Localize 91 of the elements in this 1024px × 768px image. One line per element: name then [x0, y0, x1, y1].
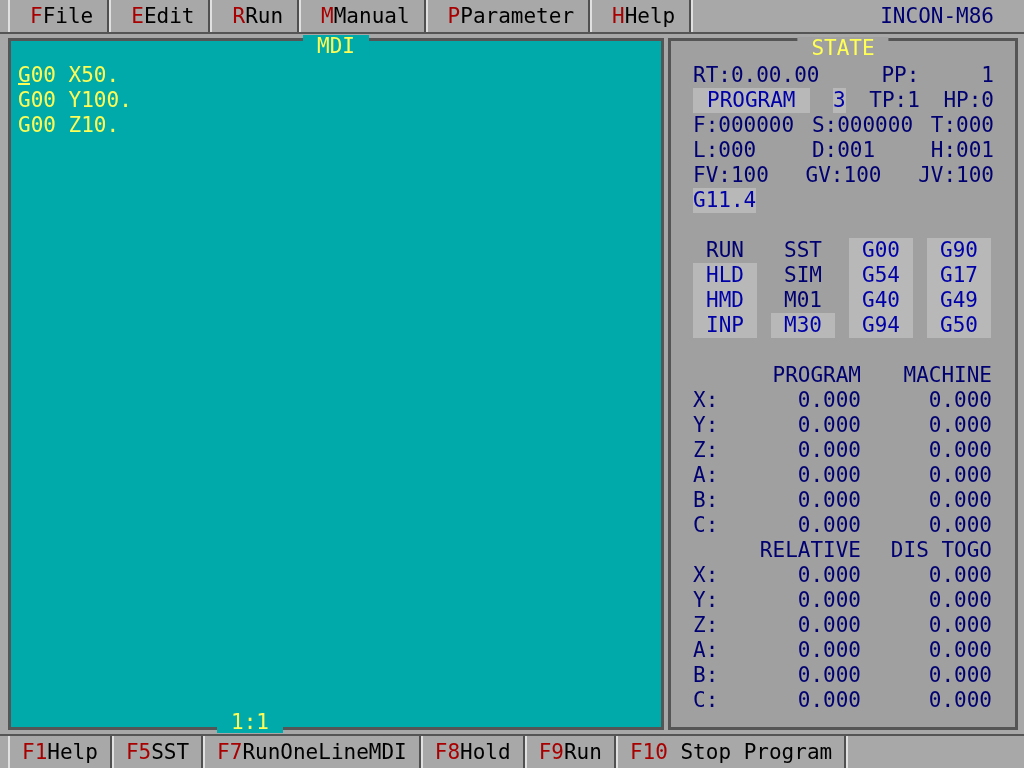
menu-item[interactable]: PParameter: [425, 0, 591, 32]
axis-label: Y:: [693, 588, 719, 613]
coordinate-value: 0.000: [927, 488, 992, 513]
code-line: G00 X50.: [18, 63, 121, 88]
coordinate-value: 0.000: [796, 513, 861, 538]
function-key[interactable]: F10 Stop Program: [615, 736, 847, 768]
coordinate-value: 0.000: [796, 563, 861, 588]
coordinate-value: 0.000: [927, 463, 992, 488]
axis-label: X:: [693, 563, 719, 588]
function-key[interactable]: F7RunOneLineMDI: [203, 736, 421, 768]
highlighted-status: G50: [927, 313, 991, 338]
highlighted-status: 3: [833, 88, 846, 113]
coordinate-value: 0.000: [927, 613, 992, 638]
axis-label: A:: [693, 463, 719, 488]
status-text: M01: [783, 288, 823, 313]
coordinate-value: 0.000: [796, 588, 861, 613]
status-text: 1: [981, 63, 994, 88]
coordinate-value: 0.000: [927, 413, 992, 438]
status-text: L:000: [693, 138, 757, 163]
axis-label: C:: [693, 513, 719, 538]
coordinate-value: 0.000: [927, 513, 992, 538]
coordinate-value: 0.000: [796, 388, 861, 413]
highlighted-status: G94: [849, 313, 913, 338]
coordinate-value: 0.000: [927, 588, 992, 613]
menu-item[interactable]: RRun: [210, 0, 300, 32]
coordinate-value: 0.000: [796, 663, 861, 688]
column-header: RELATIVE: [758, 538, 861, 563]
status-text: S:000000: [811, 113, 914, 138]
status-text: JV:100: [918, 163, 994, 188]
highlighted-status: HMD: [693, 288, 757, 313]
status-text: GV:100: [805, 163, 882, 188]
axis-label: Z:: [693, 438, 719, 463]
highlighted-status: INP: [693, 313, 757, 338]
status-text: HP:0: [943, 88, 994, 113]
axis-label: A:: [693, 638, 719, 663]
highlighted-status: G11.4: [693, 188, 757, 213]
axis-label: X:: [693, 388, 719, 413]
highlighted-status: G54: [849, 263, 913, 288]
highlighted-status: G17: [927, 263, 991, 288]
function-key[interactable]: F5SST: [111, 736, 204, 768]
coordinate-value: 0.000: [927, 563, 992, 588]
highlighted-status: M30: [771, 313, 835, 338]
status-text: RT:0.00.00: [693, 63, 820, 88]
status-text: FV:100: [693, 163, 769, 188]
menu-item[interactable]: MManual: [299, 0, 426, 32]
code-line: G00 Z10.: [18, 113, 121, 138]
cursor-position: 1:1: [217, 711, 283, 733]
coordinate-value: 0.000: [796, 488, 861, 513]
axis-label: Z:: [693, 613, 719, 638]
status-text: D:001: [811, 138, 876, 163]
coordinate-value: 0.000: [796, 613, 861, 638]
status-text: RUN: [705, 238, 745, 263]
highlighted-status: G90: [927, 238, 991, 263]
axis-label: C:: [693, 688, 719, 713]
coordinate-value: 0.000: [927, 688, 992, 713]
highlighted-status: G40: [849, 288, 913, 313]
highlighted-status: G49: [927, 288, 991, 313]
coordinate-value: 0.000: [927, 438, 992, 463]
coordinate-value: 0.000: [796, 413, 861, 438]
status-text: SIM: [783, 263, 823, 288]
status-text: T:000: [930, 113, 994, 138]
axis-label: B:: [693, 488, 719, 513]
coordinate-value: 0.000: [927, 388, 992, 413]
coordinate-value: 0.000: [927, 638, 992, 663]
status-text: H:001: [930, 138, 994, 163]
product-name: INCON-M86: [880, 4, 994, 28]
menu-item[interactable]: HHelp: [590, 0, 692, 32]
axis-label: B:: [693, 663, 719, 688]
status-text: PP:: [881, 63, 920, 88]
coordinate-value: 0.000: [927, 663, 992, 688]
status-text: TP:1: [869, 88, 920, 113]
function-key[interactable]: F8Hold: [420, 736, 525, 768]
column-header: MACHINE: [902, 363, 992, 388]
coordinate-value: 0.000: [796, 438, 861, 463]
status-text: SST: [783, 238, 823, 263]
highlighted-status: G00: [849, 238, 913, 263]
coordinate-value: 0.000: [796, 688, 861, 713]
coordinate-value: 0.000: [796, 638, 861, 663]
code-line: G00 Y100.: [18, 88, 133, 113]
coordinate-value: 0.000: [796, 463, 861, 488]
menu-item[interactable]: FFile: [8, 0, 110, 32]
function-key[interactable]: F1Help: [8, 736, 112, 768]
function-key[interactable]: F9Run: [524, 736, 616, 768]
status-text: F:000000: [693, 113, 795, 138]
column-header: DIS TOGO: [889, 538, 992, 563]
column-header: PROGRAM: [771, 363, 861, 388]
highlighted-status: PROGRAM: [693, 88, 810, 113]
text-cursor: [18, 83, 30, 85]
highlighted-status: HLD: [693, 263, 757, 288]
axis-label: Y:: [693, 413, 719, 438]
menu-item[interactable]: EEdit: [109, 0, 211, 32]
